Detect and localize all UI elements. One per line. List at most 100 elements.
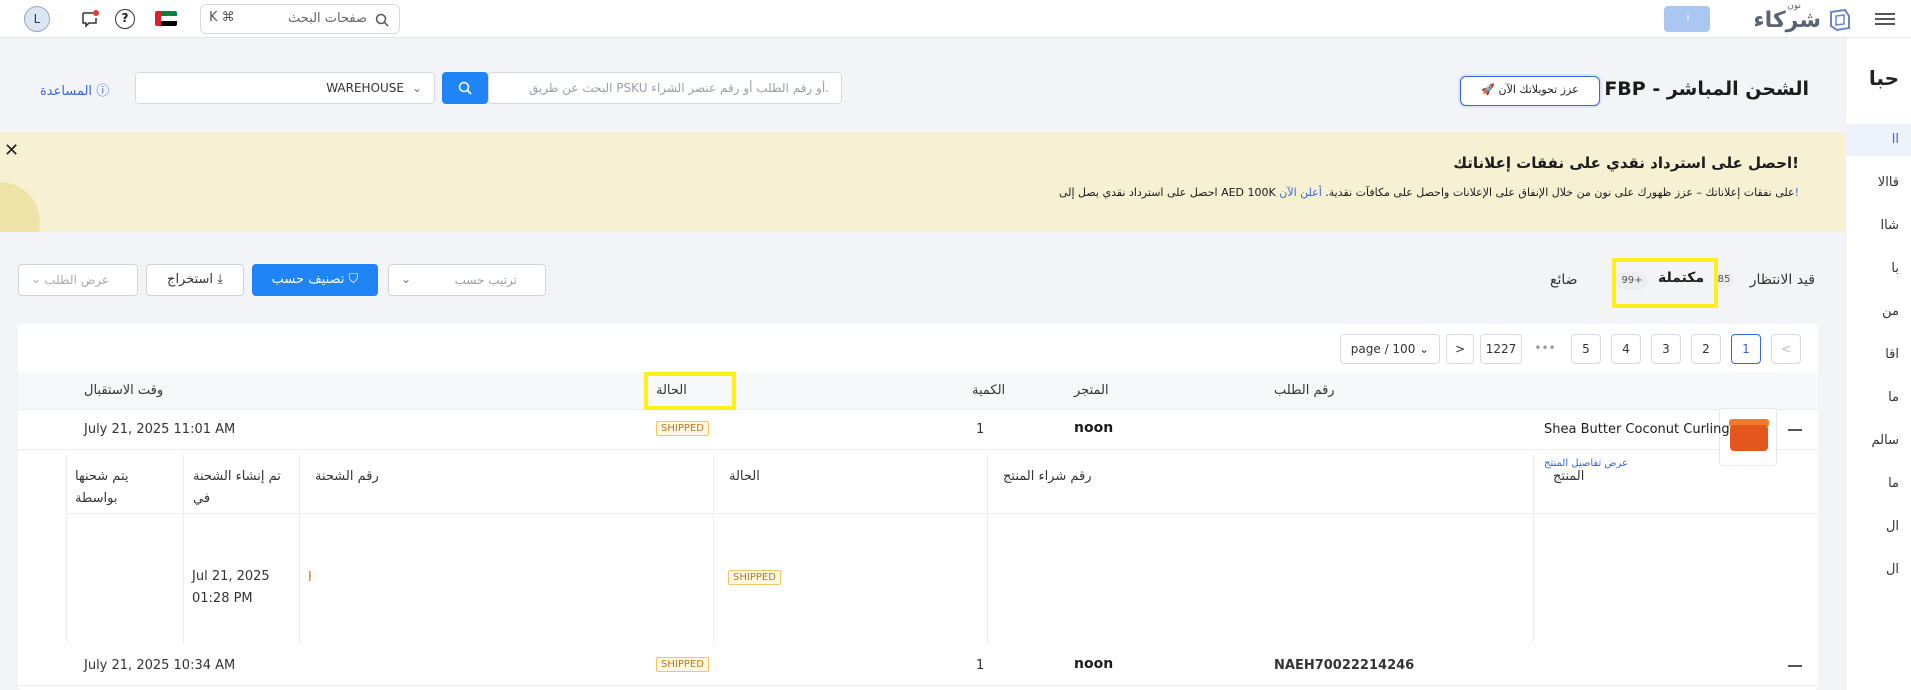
hamburger-menu-icon[interactable] (1875, 10, 1895, 26)
sidebar-item-4[interactable]: با (1845, 253, 1911, 285)
highlight-box-status (644, 372, 736, 410)
sidebar-item-3[interactable]: شاا (1845, 210, 1911, 242)
sidebar-title: حبا (1868, 66, 1899, 90)
help-label: المساعدة (40, 84, 93, 99)
sub-col-status: الحالة (729, 469, 760, 484)
filter-icon: ⛉ (348, 272, 359, 287)
boost-label: عزز تحويلاتك الآن (1498, 83, 1579, 96)
chevron-down-icon: ⌄ (401, 272, 412, 286)
per-page-value: page / 100 (1350, 342, 1416, 356)
view-order-placeholder: عرض الطلب (44, 273, 109, 287)
page-title: FBP - الشحن المباشر (1604, 78, 1809, 100)
download-icon: ⤓ (217, 272, 223, 287)
sub-col-product: المنتج (1553, 469, 1585, 484)
banner-headline: احصل على استرداد نقدي على نفقات إعلاناتك… (1453, 154, 1799, 172)
close-icon[interactable]: ✕ (4, 140, 19, 161)
pager-next[interactable]: > (1446, 334, 1474, 364)
pager-prev[interactable]: < (1771, 334, 1801, 364)
row-order-no[interactable]: NAEH70022214246 (1274, 658, 1414, 673)
filter-button[interactable]: تصنيف حسب ⛉ (252, 264, 378, 296)
store-noon-logo: noon (1074, 420, 1114, 436)
sidebar-item-7[interactable]: ما (1845, 382, 1911, 414)
row-qty: 1 (976, 422, 985, 437)
sidebar-item-2[interactable]: قاالا (1845, 167, 1911, 199)
table-header: رقم الطلب المتجر الكمية الحالة وقت الاست… (18, 372, 1818, 410)
pager-ellipsis: ••• (1528, 334, 1562, 364)
product-name: Shea Butter Coconut Curling (1544, 422, 1730, 437)
pager-page-5[interactable]: 5 (1571, 334, 1601, 364)
sidebar-item-8[interactable]: سالم (1845, 425, 1911, 457)
notification-icon[interactable] (80, 9, 100, 29)
sub-col-shipped-by: يتم شحنها بواسطة (75, 469, 129, 506)
shipment-number[interactable]: I (308, 570, 312, 585)
order-search-input[interactable]: البحث عن طريق PSKU أو رقم الطلب أو رقم ع… (488, 72, 842, 104)
row-received: July 21, 2025 10:34 AM (84, 658, 236, 673)
question-circle-icon: ⓘ (96, 84, 110, 99)
pager-page-3[interactable]: 3 (1651, 334, 1681, 364)
sort-placeholder: ترتيب حسب (454, 273, 517, 287)
sub-col-created-at: تم إنشاء الشحنة في (193, 469, 281, 506)
banner-body: احصل على استرداد نقدي يصل إلى AED 100K ع… (1059, 186, 1799, 199)
sidebar-item-5[interactable]: من (1845, 296, 1911, 328)
uae-flag-icon[interactable] (155, 11, 177, 26)
search-icon (458, 81, 472, 95)
shortcut-hint: K ⌘ (209, 10, 235, 25)
export-label: استخراج (167, 272, 214, 287)
page-search-placeholder: صفحات البحث (288, 11, 367, 26)
store-noon-logo: noon (1074, 656, 1114, 672)
warehouse-value: WAREHOUSE (326, 81, 404, 95)
sort-select[interactable]: ترتيب حسب ⌄ (388, 264, 546, 296)
pager-page-4[interactable]: 4 (1611, 334, 1641, 364)
highlight-box-tab (1612, 258, 1718, 308)
col-received: وقت الاستقبال (84, 383, 164, 398)
export-button[interactable]: استخراج ⤓ (146, 264, 244, 296)
chevron-down-icon: ⌄ (31, 272, 42, 286)
search-button[interactable] (442, 72, 488, 104)
row-received: July 21, 2025 11:01 AM (84, 422, 236, 437)
product-thumbnail[interactable] (1719, 408, 1777, 466)
brand-mark-icon (1830, 8, 1850, 32)
collapse-row-icon[interactable] (1788, 429, 1802, 431)
pager-last-page[interactable]: 1227 (1480, 334, 1522, 364)
brand-logo[interactable]: نون شركاء (1731, 1, 1851, 36)
table-row[interactable]: NAEH70022214246 noon 1 SHIPPED July 21, … (18, 646, 1818, 686)
help-link[interactable]: المساعدة ⓘ (40, 80, 109, 99)
view-order-select[interactable]: عرض الطلب ⌄ (18, 264, 138, 296)
tab-pending[interactable]: قيد الانتظار (1750, 272, 1815, 288)
pager-page-1[interactable]: 1 (1731, 334, 1761, 364)
sidebar-item-6[interactable]: اقا (1845, 339, 1911, 371)
sub-col-shipment-no: رقم الشحنة (315, 469, 379, 484)
filter-label: تصنيف حسب (271, 272, 345, 287)
chevron-down-icon: ⌄ (1419, 342, 1430, 356)
brand-name: شركاء (1753, 8, 1821, 33)
status-badge: SHIPPED (656, 657, 709, 672)
col-order-no: رقم الطلب (1274, 383, 1335, 398)
col-store: المتجر (1074, 383, 1109, 398)
account-switch-pill[interactable]: ¡ (1664, 6, 1710, 32)
collapse-row-icon[interactable] (1788, 665, 1802, 667)
pager-page-2[interactable]: 2 (1691, 334, 1721, 364)
sub-col-purchase-no: رقم شراء المنتج (1003, 469, 1092, 484)
sidebar-item-1[interactable]: اا (1845, 124, 1911, 156)
row-qty: 1 (976, 658, 985, 673)
rocket-icon: 🚀 (1481, 83, 1496, 96)
sidebar-item-9[interactable]: ما (1845, 468, 1911, 500)
tab-lost[interactable]: ضائع (1550, 272, 1578, 288)
top-bar: نون شركاء ¡ K ⌘ صفحات البحث ? L (0, 0, 1911, 38)
sidebar-item-10[interactable]: ال (1845, 511, 1911, 543)
help-circle-icon[interactable]: ? (115, 9, 135, 29)
banner-text: احصل على استرداد نقدي يصل إلى AED 100K ع… (1058, 186, 1795, 199)
sidebar-item-11[interactable]: ال (1845, 554, 1911, 586)
order-search-placeholder: البحث عن طريق PSKU أو رقم الطلب أو رقم ع… (528, 81, 829, 95)
page-search-input[interactable]: K ⌘ صفحات البحث (200, 4, 400, 34)
product-details-link[interactable]: عرض تفاصيل المنتج (1544, 458, 1628, 469)
decorative-shape (0, 182, 40, 232)
avatar[interactable]: L (24, 6, 50, 32)
per-page-select[interactable]: page / 100 ⌄ (1340, 334, 1440, 364)
right-sidebar: حبا اا قاالا شاا با من اقا ما سالم ما ال… (1845, 38, 1911, 690)
warehouse-select[interactable]: WAREHOUSE ⌄ (135, 72, 435, 104)
col-qty: الكمية (972, 383, 1006, 398)
order-items-subtable: المنتج رقم شراء المنتج الحالة رقم الشحنة… (66, 454, 1819, 644)
boost-conversions-button[interactable]: 🚀 عزز تحويلاتك الآن (1460, 76, 1600, 106)
shipment-created-at: Jul 21, 2025 01:28 PM (192, 569, 270, 606)
